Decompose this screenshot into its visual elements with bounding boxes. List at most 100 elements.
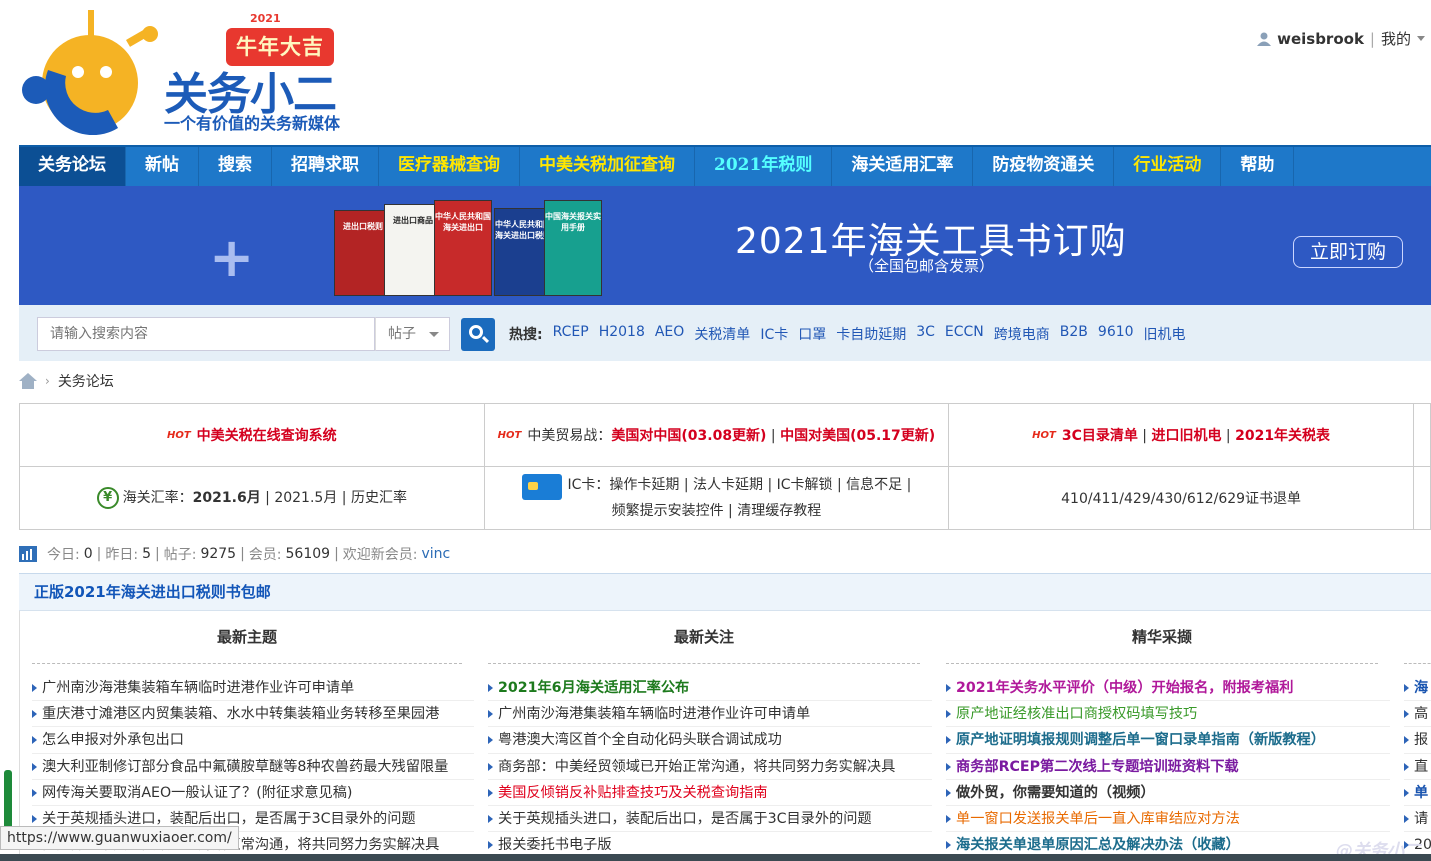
nav-item-4[interactable]: 医疗器械查询 — [379, 147, 520, 186]
list-item[interactable]: 2021年6月海关适用汇率公布 — [488, 675, 932, 702]
nav-item-7[interactable]: 海关适用汇率 — [832, 147, 974, 186]
nav-item-1[interactable]: 新帖 — [126, 147, 199, 186]
promo-title-link[interactable]: 正版2021年海关进出口税则书包邮 — [19, 573, 1431, 611]
nav-item-3[interactable]: 招聘求职 — [272, 147, 379, 186]
old-mech-link[interactable]: 进口旧机电 — [1151, 428, 1221, 444]
list-item[interactable]: 广州南沙海港集装箱车辆临时进港作业许可申请单 — [32, 675, 474, 702]
nav-item-0[interactable]: 关务论坛 — [19, 147, 126, 186]
tariff2021-link[interactable]: 2021年关税表 — [1235, 428, 1330, 444]
list-item[interactable]: 怎么申报对外承包出口 — [32, 727, 474, 754]
list-item-title[interactable]: 2021年6月海关适用汇率公布 — [498, 680, 689, 696]
list-item-title[interactable]: 美国反倾销反补贴排查技巧及关税查询指南 — [498, 785, 768, 801]
hot-term-9[interactable]: 跨境电商 — [994, 324, 1050, 344]
list-item-title[interactable]: 请 — [1414, 811, 1428, 827]
list-item[interactable]: 关于英规插头进口，装配后出口，是否属于3C目录外的问题 — [488, 806, 932, 833]
home-icon[interactable] — [19, 373, 37, 389]
hot-term-7[interactable]: 3C — [916, 324, 935, 344]
ic-card-links-2[interactable]: 频繁提示安装控件 | 清理缓存教程 — [612, 503, 822, 519]
list-item-title[interactable]: 直 — [1414, 759, 1428, 775]
hot-term-10[interactable]: B2B — [1060, 324, 1088, 344]
list-item[interactable]: 原产地证经核准出口商授权码填写技巧 — [946, 701, 1390, 728]
nav-item-6[interactable]: 2021年税则 — [695, 147, 833, 186]
ccc-list-link[interactable]: 3C目录清单 — [1062, 428, 1138, 444]
ic-card-links[interactable]: IC卡：操作卡延期 | 法人卡延期 | IC卡解锁 | 信息不足 | — [568, 477, 912, 493]
rate-prev-link[interactable]: 2021.5月 — [274, 490, 337, 506]
list-item-title[interactable]: 报关委托书电子版 — [498, 837, 612, 853]
list-item-title[interactable]: 单 — [1414, 785, 1428, 801]
site-logo[interactable]: 2021 牛年大吉 关务小二 一个有价值的关务新媒体 — [18, 10, 378, 135]
list-item-title[interactable]: 重庆港寸滩港区内贸集装箱、水水中转集装箱业务转移至果园港 — [42, 706, 439, 722]
rate-current-link[interactable]: 2021.6月 — [193, 490, 261, 506]
search-button[interactable] — [461, 318, 495, 351]
hot-term-6[interactable]: 卡自助延期 — [836, 324, 906, 344]
refund-link[interactable]: 410/411/429/430/612/629证书退单 — [1061, 491, 1301, 507]
list-item[interactable]: 单一窗口发送报关单后一直入库审结应对方法 — [946, 806, 1390, 833]
hot-term-3[interactable]: 关税清单 — [694, 324, 750, 344]
nav-item-10[interactable]: 帮助 — [1221, 147, 1295, 186]
chevron-down-icon[interactable] — [1417, 36, 1425, 41]
list-item-title[interactable]: 商务部RCEP第二次线上专题培训班资料下载 — [956, 759, 1239, 775]
newest-member-link[interactable]: vinc — [422, 546, 451, 562]
list-item-title[interactable]: 粤港澳大湾区首个全自动化码头联合调试成功 — [498, 732, 782, 748]
list-item-title[interactable]: 关于英规插头进口，装配后出口，是否属于3C目录外的问题 — [498, 811, 872, 827]
list-item[interactable]: 重庆港寸滩港区内贸集装箱、水水中转集装箱业务转移至果园港 — [32, 701, 474, 728]
hot-term-2[interactable]: AEO — [655, 324, 684, 344]
list-item-title[interactable]: 单一窗口发送报关单后一直入库审结应对方法 — [956, 811, 1240, 827]
username-link[interactable]: weisbrook — [1277, 30, 1364, 48]
list-item[interactable]: 澳大利亚制修订部分食品中氟磺胺草醚等8种农兽药最大残留限量 — [32, 754, 474, 780]
search-box[interactable] — [37, 317, 375, 351]
nav-item-9[interactable]: 行业活动 — [1114, 147, 1222, 186]
list-item-title[interactable]: 网传海关要取消AEO一般认证了？(附征求意见稿) — [42, 785, 352, 801]
my-menu-link[interactable]: 我的 — [1381, 28, 1411, 49]
order-now-button[interactable]: 立即订购 — [1293, 236, 1403, 268]
list-item-title[interactable]: 报 — [1414, 732, 1428, 748]
list-item-title[interactable]: 原产地证明填报规则调整后单一窗口录单指南（新版教程） — [956, 732, 1325, 748]
nav-item-5[interactable]: 中美关税加征查询 — [520, 147, 695, 186]
list-item-title[interactable]: 商务部：中美经贸领域已开始正常沟通，将共同努力务实解决具 — [498, 759, 895, 775]
hot-term-1[interactable]: H2018 — [599, 324, 645, 344]
list-item[interactable]: 报 — [1404, 727, 1431, 754]
list-item-title[interactable]: 广州南沙海港集装箱车辆临时进港作业许可申请单 — [498, 706, 810, 722]
list-item[interactable]: 请 — [1404, 806, 1431, 833]
hot-term-5[interactable]: 口罩 — [798, 324, 826, 344]
list-item-title[interactable]: 做外贸，你需要知道的（视频） — [956, 785, 1155, 801]
list-item-title[interactable]: 海 — [1414, 680, 1428, 696]
search-input[interactable] — [38, 318, 374, 350]
list-item-title[interactable]: 澳大利亚制修订部分食品中氟磺胺草醚等8种农兽药最大残留限量 — [42, 759, 448, 775]
nav-item-2[interactable]: 搜索 — [199, 147, 272, 186]
bullet-arrow-icon — [1404, 684, 1409, 692]
nav-item-8[interactable]: 防疫物资通关 — [973, 147, 1115, 186]
list-item-title[interactable]: 怎么申报对外承包出口 — [42, 732, 184, 748]
list-item[interactable]: 商务部：中美经贸领域已开始正常沟通，将共同努力务实解决具 — [488, 754, 932, 780]
cn-to-us-link[interactable]: 中国对美国(05.17更新) — [780, 428, 935, 444]
us-to-cn-link[interactable]: 美国对中国(03.08更新) — [611, 428, 766, 444]
list-item[interactable]: 直 — [1404, 754, 1431, 780]
list-item[interactable]: 高 — [1404, 701, 1431, 728]
list-item[interactable]: 粤港澳大湾区首个全自动化码头联合调试成功 — [488, 727, 932, 754]
hot-term-12[interactable]: 旧机电 — [1144, 324, 1186, 344]
tariff-system-link[interactable]: 中美关税在线查询系统 — [197, 428, 337, 444]
breadcrumb-current[interactable]: 关务论坛 — [58, 371, 114, 391]
list-item[interactable]: 单 — [1404, 780, 1431, 806]
list-item[interactable]: 广州南沙海港集装箱车辆临时进港作业许可申请单 — [488, 701, 932, 728]
list-item-title[interactable]: 原产地证经核准出口商授权码填写技巧 — [956, 706, 1197, 722]
list-item[interactable]: 做外贸，你需要知道的（视频） — [946, 780, 1390, 806]
rate-history-link[interactable]: 历史汇率 — [351, 490, 407, 506]
hot-term-8[interactable]: ECCN — [945, 324, 984, 344]
list-item[interactable]: 美国反倾销反补贴排查技巧及关税查询指南 — [488, 780, 932, 806]
list-item[interactable]: 海 — [1404, 675, 1431, 702]
list-item[interactable]: 原产地证明填报规则调整后单一窗口录单指南（新版教程） — [946, 727, 1390, 754]
search-type-select[interactable]: 帖子 — [375, 317, 450, 351]
promo-banner[interactable]: + 进出口税则 进出口商品 中华人民共和国海关进出口 中华人民共和国海关进出口税… — [19, 186, 1431, 305]
hot-term-4[interactable]: IC卡 — [760, 324, 788, 344]
list-item[interactable]: 商务部RCEP第二次线上专题培训班资料下载 — [946, 754, 1390, 780]
list-item-title[interactable]: 2021年关务水平评价（中级）开始报名，附报考福利 — [956, 680, 1293, 696]
list-item-title[interactable]: 关于英规插头进口，装配后出口，是否属于3C目录外的问题 — [42, 811, 416, 827]
hot-term-11[interactable]: 9610 — [1098, 324, 1134, 344]
list-item[interactable]: 网传海关要取消AEO一般认证了？(附征求意见稿) — [32, 780, 474, 806]
hot-term-0[interactable]: RCEP — [553, 324, 589, 344]
list-item-title[interactable]: 海关报关单退单原因汇总及解决办法（收藏） — [956, 837, 1240, 853]
list-item-title[interactable]: 高 — [1414, 706, 1428, 722]
list-item[interactable]: 2021年关务水平评价（中级）开始报名，附报考福利 — [946, 675, 1390, 702]
list-item-title[interactable]: 广州南沙海港集装箱车辆临时进港作业许可申请单 — [42, 680, 354, 696]
